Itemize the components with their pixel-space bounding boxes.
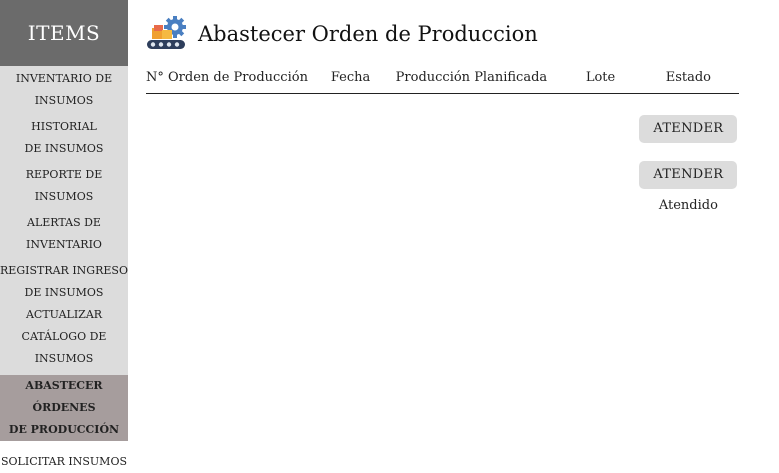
sidebar-item-label: DE INSUMOS (24, 286, 104, 299)
sidebar-item-label: DE INSUMOS (24, 142, 104, 155)
status-attended: Atendido (658, 198, 718, 213)
orders-table: N° Orden de Producción Fecha Producción … (146, 66, 739, 244)
column-header-estado: Estado (637, 66, 739, 94)
table-cell (146, 94, 322, 153)
sidebar-item-abastecer-ordenes[interactable]: ABASTECER ÓRDENES DE PRODUCCIÓN (0, 375, 128, 441)
column-header-lote: Lote (563, 66, 638, 94)
table-cell (379, 94, 563, 153)
table-row: Atendido (146, 198, 739, 244)
sidebar-item-label: ALERTAS DE (27, 216, 101, 229)
table-cell (563, 152, 637, 198)
table-cell: Atendido (638, 198, 739, 244)
sidebar-item-historial-de-insumos[interactable]: HISTORIAL DE INSUMOS (0, 112, 128, 160)
column-header-orden: N° Orden de Producción (146, 66, 322, 94)
sidebar-item-label: INSUMOS (34, 190, 94, 203)
sidebar-item-label: ABASTECER ÓRDENES (25, 379, 103, 414)
table-cell (146, 198, 322, 244)
table-cell (379, 198, 563, 244)
table-cell (322, 152, 380, 198)
table-cell (322, 198, 380, 244)
sidebar-item-label: INVENTARIO DE (15, 72, 113, 85)
sidebar-item-label: DE PRODUCCIÓN (8, 423, 120, 436)
sidebar-item-label: SOLICITAR INSUMOS (0, 455, 128, 468)
main-content: Abastecer Orden de Produccion N° Orden d… (146, 0, 779, 441)
table-cell (379, 152, 563, 198)
sidebar-item-label: INVENTARIO (26, 238, 102, 251)
table-header-row: N° Orden de Producción Fecha Producción … (146, 66, 739, 94)
sidebar: ITEMS INVENTARIO DE INSUMOS HISTORIAL DE… (0, 0, 128, 468)
page-title: Abastecer Orden de Produccion (198, 22, 538, 46)
table-cell (563, 94, 637, 153)
sidebar-item-inventario-de-insumos[interactable]: INVENTARIO DE INSUMOS (0, 66, 128, 112)
page-header: Abastecer Orden de Produccion (146, 16, 538, 52)
sidebar-item-alertas-de-inventario[interactable]: ALERTAS DE INVENTARIO (0, 208, 128, 256)
sidebar-item-reporte-de-insumos[interactable]: REPORTE DE INSUMOS (0, 160, 128, 208)
table-cell: ATENDER (638, 94, 739, 153)
table-cell (322, 94, 380, 153)
sidebar-item-label: HISTORIAL (31, 120, 97, 133)
table-row: ATENDER (146, 152, 739, 198)
sidebar-item-label: CATÁLOGO DE INSUMOS (21, 330, 107, 365)
sidebar-item-registrar-ingreso[interactable]: REGISTRAR INGRESO DE INSUMOS (0, 256, 128, 304)
conveyor-gear-icon (146, 16, 188, 52)
table-cell (563, 198, 637, 244)
sidebar-item-label: ACTUALIZAR (25, 308, 103, 321)
sidebar-item-solicitar-insumos[interactable]: SOLICITAR INSUMOS (0, 441, 128, 473)
column-header-fecha: Fecha (321, 66, 380, 94)
table-row: ATENDER (146, 94, 739, 153)
sidebar-item-label: REPORTE DE (25, 168, 103, 181)
sidebar-item-actualizar-catalogo[interactable]: ACTUALIZAR CATÁLOGO DE INSUMOS (0, 304, 128, 370)
sidebar-item-label: REGISTRAR INGRESO (0, 264, 128, 277)
atender-button[interactable]: ATENDER (639, 161, 738, 189)
atender-button[interactable]: ATENDER (639, 115, 738, 143)
sidebar-item-label: INSUMOS (34, 94, 94, 107)
column-header-produccion: Producción Planificada (379, 66, 564, 94)
sidebar-header: ITEMS (0, 0, 128, 66)
sidebar-title: ITEMS (27, 21, 101, 45)
table-cell: ATENDER (638, 152, 739, 198)
table-cell (146, 152, 322, 198)
